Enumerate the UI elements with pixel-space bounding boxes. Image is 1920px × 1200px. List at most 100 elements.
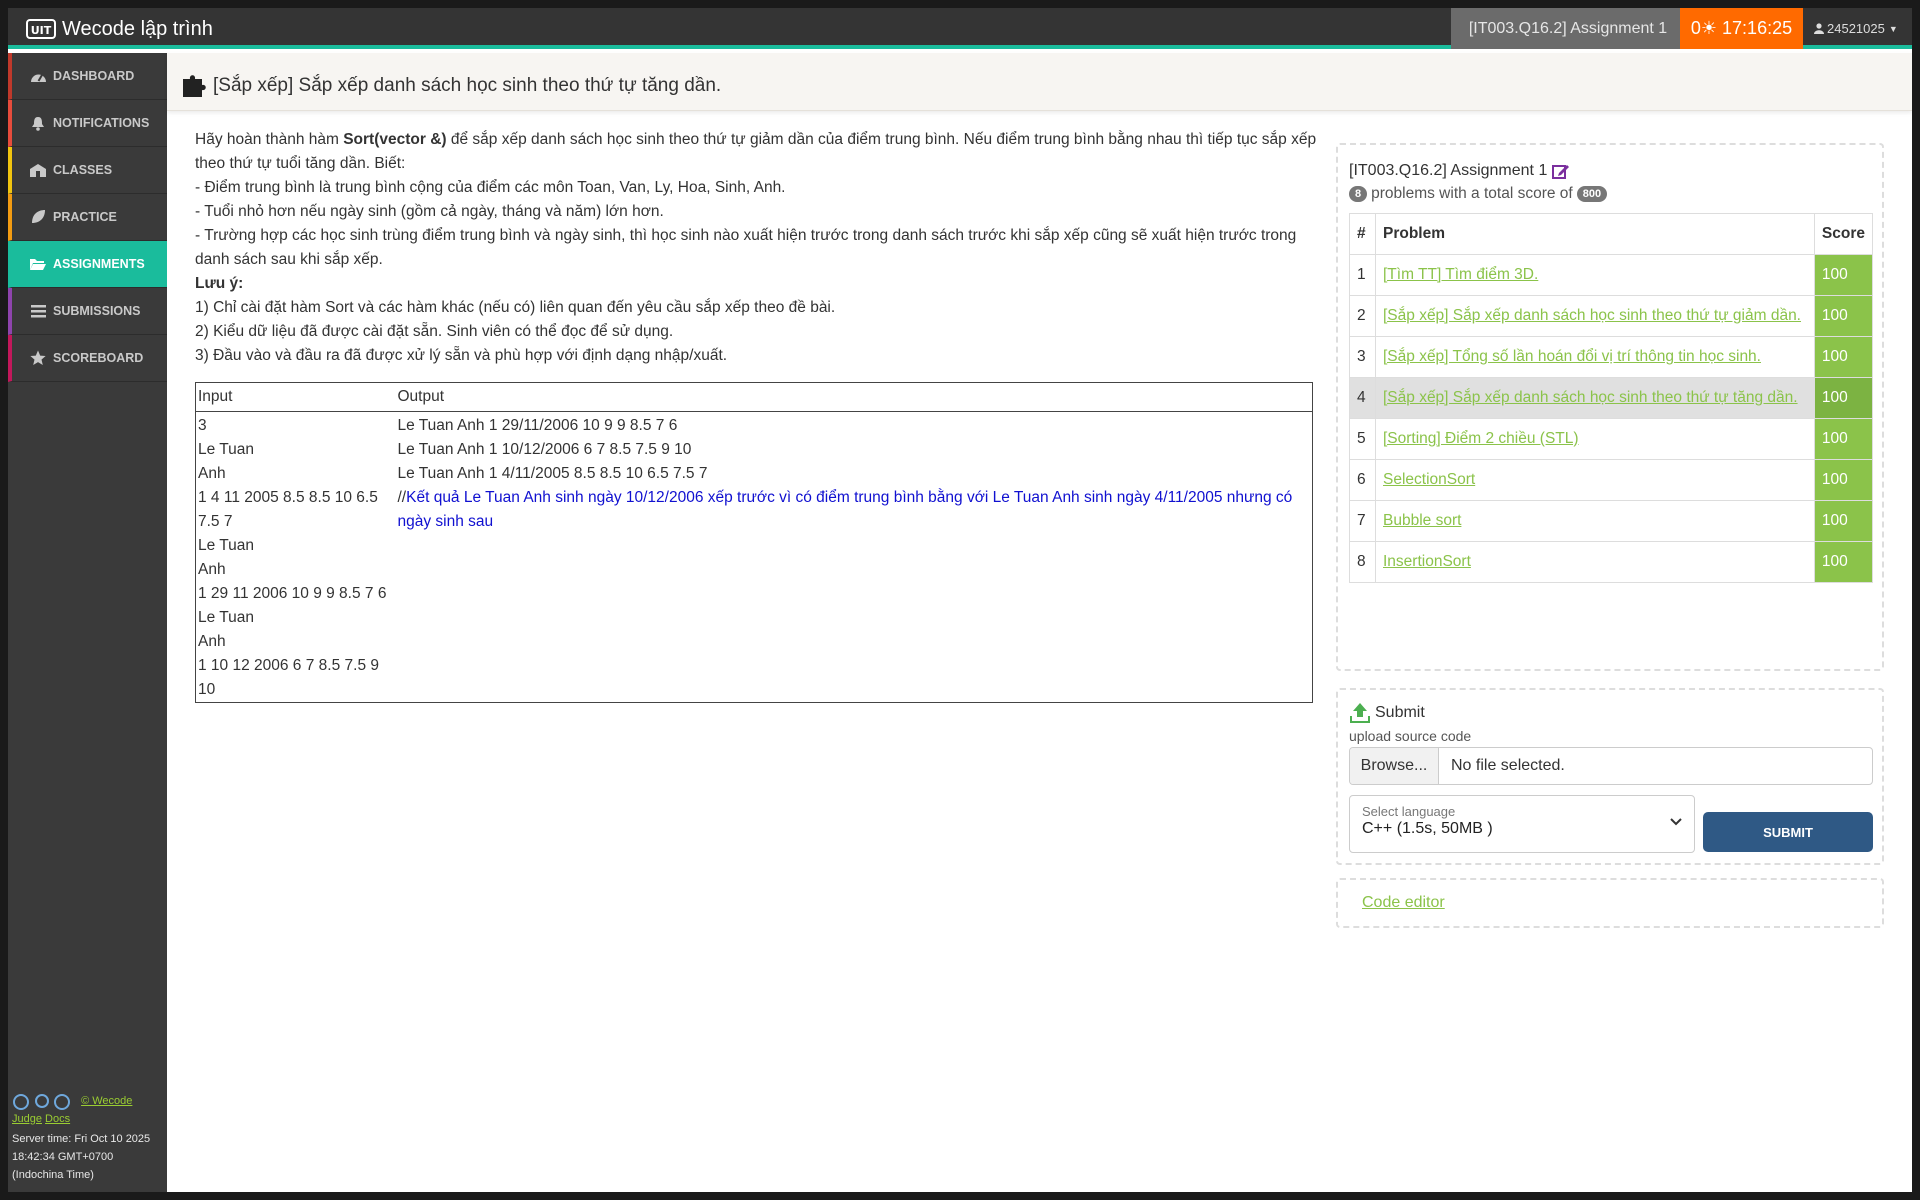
sidebar-item-assignments[interactable]: ASSIGNMENTS [8, 241, 167, 288]
sidebar-item-submissions[interactable]: SUBMISSIONS [8, 288, 167, 335]
sidebar-item-label: PRACTICE [53, 210, 117, 224]
dashboard-icon [29, 67, 47, 85]
problem-name-cell: [Sắp xếp] Sắp xếp danh sách học sinh the… [1375, 295, 1815, 337]
assignment-problems-panel: [IT003.Q16.2] Assignment 1 8 problems wi… [1336, 143, 1884, 671]
problem-number: 8 [1349, 541, 1376, 583]
sidebar-item-classes[interactable]: CLASSES [8, 147, 167, 194]
docs-link[interactable]: Docs [45, 1113, 70, 1125]
col-problem-header: Problem [1375, 213, 1815, 255]
problem-row[interactable]: 8 InsertionSort 100 [1349, 541, 1874, 583]
bullet-line: - Trường hợp các học sinh trùng điểm tru… [195, 227, 1297, 268]
copyright-link[interactable]: © Wecode [81, 1095, 132, 1107]
problem-name-cell: [Sorting] Điểm 2 chiều (STL) [1375, 418, 1815, 460]
io-input-header: Input [195, 382, 396, 412]
problem-number: 4 [1349, 377, 1376, 419]
problems-table: # Problem Score 1 [Tìm TT] Tìm điểm 3D. 10… [1349, 213, 1874, 583]
sidebar-item-scoreboard[interactable]: SCOREBOARD [8, 335, 167, 382]
sidebar-item-practice[interactable]: PRACTICE [8, 194, 167, 241]
sidebar-item-label: ASSIGNMENTS [53, 257, 145, 271]
sample-input-line: 1 4 11 2005 8.5 8.5 10 6.5 [198, 489, 378, 506]
sidebar-item-label: NOTIFICATIONS [53, 116, 150, 130]
problem-link[interactable]: SelectionSort [1383, 471, 1475, 488]
sample-input-line: Le Tuan [198, 609, 255, 626]
problem-row[interactable]: 2 [Sắp xếp] Sắp xếp danh sách học sinh th… [1349, 295, 1874, 337]
folder-open-icon [29, 255, 47, 273]
edit-icon[interactable] [1552, 163, 1570, 179]
sidebar-item-label: SUBMISSIONS [53, 304, 141, 318]
brand-name: Wecode lập trình [62, 17, 213, 40]
problems-table-body: 1 [Tìm TT] Tìm điểm 3D. 100 2 [Sắp xếp] Sắp … [1349, 254, 1874, 583]
problem-name-cell: [Sắp xếp] Sắp xếp danh sách học sinh the… [1375, 377, 1815, 419]
top-navbar: UIT Wecode lập trình [IT003.Q16.2] Assig… [8, 8, 1912, 49]
problem-number: 6 [1349, 459, 1376, 501]
problem-number: 7 [1349, 500, 1376, 542]
sidebar-item-notifications[interactable]: NOTIFICATIONS [8, 100, 167, 147]
app-window: UIT Wecode lập trình [IT003.Q16.2] Assig… [8, 8, 1912, 1192]
wecode-logo-icon: UIT [26, 19, 56, 39]
summary-text: problems with a total score of [1371, 185, 1573, 202]
sample-input-line: 7.5 7 [198, 513, 233, 530]
problem-score: 100 [1813, 459, 1874, 501]
browse-button[interactable]: Browse... [1350, 748, 1439, 784]
sample-output-line: Le Tuan Anh 1 29/11/2006 10 9 9 8.5 7 6 [397, 417, 678, 434]
file-input[interactable]: Browse... No file selected. [1349, 747, 1873, 785]
submit-title: Submit [1349, 702, 1871, 724]
sample-output-line: Le Tuan Anh 1 4/11/2005 8.5 8.5 10 6.5 7… [397, 465, 708, 482]
leaf-icon [29, 208, 47, 226]
problem-score: 100 [1813, 377, 1874, 419]
language-select[interactable]: Select language C++ (1.5s, 50MB ) [1349, 795, 1695, 853]
problem-row[interactable]: 3 [Sắp xếp] Tổng số lần hoán đổi vị trí t… [1349, 336, 1874, 378]
sample-output-lines: Le Tuan Anh 1 29/11/2006 10 9 9 8.5 7 6 L… [398, 414, 1311, 486]
assignment-title: [IT003.Q16.2] Assignment 1 [1349, 159, 1871, 183]
problem-row[interactable]: 4 [Sắp xếp] Sắp xếp danh sách học sinh th… [1349, 377, 1874, 419]
note-title: Lưu ý: [195, 272, 1317, 296]
judge-link[interactable]: Judge [12, 1113, 42, 1125]
page-title: [Sắp xếp] Sắp xếp danh sách học sinh the… [213, 75, 722, 96]
sample-input-line: 3 [198, 417, 207, 434]
problem-score: 100 [1813, 254, 1874, 296]
problem-score: 100 [1813, 500, 1874, 542]
problem-row[interactable]: 6 SelectionSort 100 [1349, 459, 1874, 501]
problem-link[interactable]: InsertionSort [1383, 553, 1471, 570]
note-line: 3) Đầu vào và đầu ra đã được xử lý sẵn v… [195, 347, 728, 364]
note-line: 2) Kiểu dữ liệu đã được cài đặt sẵn. Sin… [195, 323, 674, 340]
output-comment: //Kết quả Le Tuan Anh sinh ngày 10/12/20… [398, 486, 1311, 534]
sidebar-item-label: SCOREBOARD [53, 351, 144, 365]
user-menu[interactable]: 24521025 ▼ [1814, 8, 1898, 49]
brand[interactable]: UIT Wecode lập trình [26, 14, 213, 44]
sidebar-item-dashboard[interactable]: DASHBOARD [8, 53, 167, 100]
io-output-header: Output [395, 382, 1313, 412]
problem-name-cell: InsertionSort [1375, 541, 1815, 583]
problem-score: 100 [1813, 336, 1874, 378]
code-editor-link[interactable]: Code editor [1362, 894, 1445, 912]
language-select-value: C++ (1.5s, 50MB ) [1362, 820, 1493, 837]
sidebar: DASHBOARD NOTIFICATIONS CLASSES PRACTICE… [8, 53, 167, 1192]
problem-score: 100 [1813, 418, 1874, 460]
problem-link[interactable]: [Sắp xếp] Sắp xếp danh sách học sinh the… [1383, 307, 1801, 324]
upload-icon [1350, 703, 1370, 723]
total-score-badge: 800 [1576, 186, 1608, 202]
problem-statement: Hãy hoàn thành hàm Sort(vector &) để sắp… [195, 128, 1317, 703]
problem-name-cell: Bubble sort [1375, 500, 1815, 542]
problem-link[interactable]: [Sorting] Điểm 2 chiều (STL) [1383, 430, 1579, 447]
submit-button[interactable]: SUBMIT [1703, 812, 1873, 852]
sample-input-line: Anh [198, 633, 226, 650]
sample-output-cell: Le Tuan Anh 1 29/11/2006 10 9 9 8.5 7 6 L… [396, 412, 1313, 703]
problem-row[interactable]: 5 [Sorting] Điểm 2 chiều (STL) 100 [1349, 418, 1874, 460]
problem-row[interactable]: 1 [Tìm TT] Tìm điểm 3D. 100 [1349, 254, 1874, 296]
puzzle-icon [183, 75, 206, 97]
sample-input-cell: 3 Le Tuan Anh 1 4 11 2005 8.5 8.5 10 6.5 7.5… [196, 412, 396, 703]
problem-row[interactable]: 7 Bubble sort 100 [1349, 500, 1874, 542]
problem-link[interactable]: [Tìm TT] Tìm điểm 3D. [1383, 266, 1538, 283]
sample-output-line: Le Tuan Anh 1 10/12/2006 6 7 8.5 7.5 9 1… [397, 441, 692, 458]
problem-link[interactable]: Bubble sort [1383, 512, 1461, 529]
problem-link[interactable]: [Sắp xếp] Sắp xếp danh sách học sinh the… [1383, 389, 1798, 406]
problem-intro: Hãy hoàn thành hàm Sort(vector &) để sắp… [195, 128, 1317, 176]
sample-input-line: Le Tuan [198, 537, 255, 554]
problem-count-badge: 8 [1349, 186, 1368, 202]
problem-link[interactable]: [Sắp xếp] Tổng số lần hoán đổi vị trí th… [1383, 348, 1761, 365]
chevron-down-icon [1670, 818, 1682, 826]
problem-name-cell: SelectionSort [1375, 459, 1815, 501]
current-assignment-label[interactable]: [IT003.Q16.2] Assignment 1 [1451, 8, 1685, 49]
user-icon [1814, 23, 1824, 34]
